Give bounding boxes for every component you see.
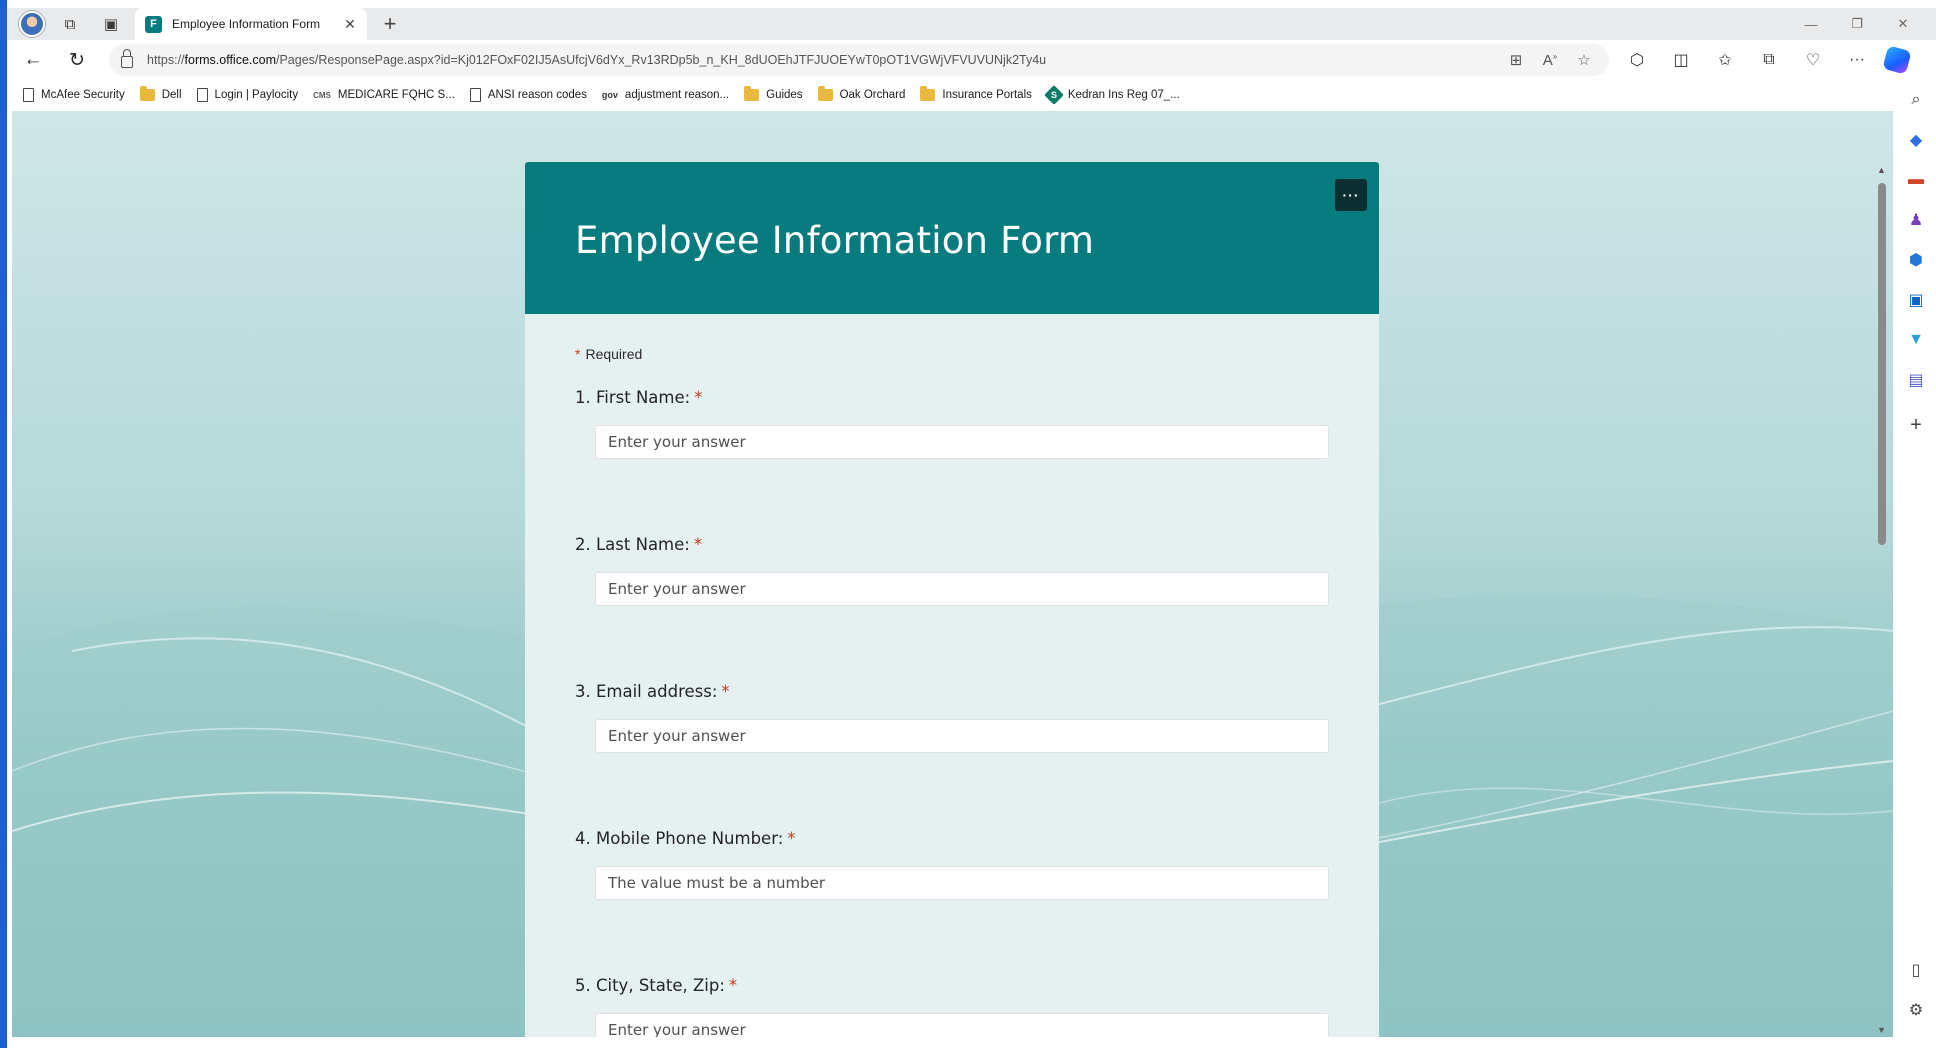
- read-aloud-icon[interactable]: A»: [1533, 52, 1567, 69]
- folder-icon: [817, 86, 833, 101]
- split-screen-icon[interactable]: ◫: [1659, 50, 1703, 70]
- scroll-up-icon[interactable]: ▲: [1877, 165, 1886, 175]
- minimize-icon[interactable]: —: [1788, 17, 1834, 32]
- question-first-name: 1. First Name: *: [575, 388, 1335, 459]
- last-name-input[interactable]: [595, 572, 1329, 606]
- address-bar[interactable]: https://forms.office.com/Pages/ResponseP…: [109, 44, 1609, 76]
- page-icon: [196, 88, 208, 102]
- favorites-icon[interactable]: ✩: [1703, 50, 1747, 70]
- required-note: * Required: [575, 346, 643, 362]
- page-icon: [23, 88, 34, 102]
- profile-avatar[interactable]: [19, 11, 45, 37]
- copilot-icon[interactable]: [1882, 45, 1912, 75]
- browser-toolbar: ← ↻ https://forms.office.com/Pages/Respo…: [7, 40, 1936, 80]
- tools-icon[interactable]: ▬: [1906, 170, 1926, 190]
- required-star: *: [787, 829, 796, 848]
- teams-icon[interactable]: ▤: [1906, 370, 1926, 390]
- favorite-star-icon[interactable]: ☆: [1567, 51, 1601, 69]
- page-scrollbar[interactable]: ▲ ▼: [1876, 165, 1888, 1035]
- window-controls: — ❐ ✕: [1788, 8, 1926, 40]
- required-star: *: [694, 388, 703, 407]
- restore-icon[interactable]: ❐: [1834, 16, 1880, 32]
- favorite-login-paylocity[interactable]: Login | Paylocity: [196, 88, 298, 102]
- browser-essentials-icon[interactable]: ♡: [1791, 50, 1835, 70]
- tab-actions-icon[interactable]: ▣: [95, 10, 127, 38]
- folder-icon: [920, 86, 936, 101]
- app-available-icon[interactable]: ⊞: [1499, 51, 1533, 69]
- question-label: 3. Email address: *: [575, 682, 730, 701]
- cms-icon: CMS: [313, 90, 331, 100]
- forms-icon: F: [145, 15, 162, 33]
- page-icon: [469, 88, 481, 102]
- microsoft-365-icon[interactable]: ⬢: [1906, 250, 1926, 270]
- question-email: 3. Email address: *: [575, 682, 1335, 753]
- sharepoint-icon: S: [1043, 85, 1064, 105]
- close-window-icon[interactable]: ✕: [1880, 16, 1926, 32]
- sidebar-layout-icon[interactable]: ▯: [1906, 960, 1926, 980]
- more-options-icon[interactable]: ···: [1835, 51, 1879, 69]
- folder-icon: [744, 86, 760, 101]
- workspaces-icon[interactable]: ⧉: [54, 10, 86, 38]
- tab-strip: ⧉ ▣ F Employee Information Form ✕ + — ❐ …: [7, 8, 1936, 40]
- page-viewport: Employee Information Form ··· * Required …: [12, 111, 1893, 1037]
- question-label: 1. First Name: *: [575, 388, 703, 407]
- required-star: *: [728, 976, 738, 995]
- required-star: *: [575, 346, 581, 362]
- collections-icon[interactable]: ⧉: [1747, 51, 1791, 69]
- lock-icon: [121, 49, 133, 68]
- question-last-name: 2. Last Name: *: [575, 535, 1335, 606]
- add-sidebar-app-icon[interactable]: +: [1906, 414, 1926, 436]
- required-star: *: [721, 682, 730, 701]
- required-star: *: [693, 535, 703, 554]
- tab-title: Employee Information Form: [172, 17, 321, 31]
- games-icon[interactable]: ♟: [1906, 210, 1926, 230]
- scrollbar-thumb[interactable]: [1878, 183, 1886, 545]
- favorites-bar: McAfee Security Dell Login | Paylocity C…: [7, 80, 1887, 110]
- back-icon[interactable]: ←: [15, 44, 51, 76]
- tab-employee-information-form[interactable]: F Employee Information Form ✕: [135, 8, 367, 40]
- city-state-zip-input[interactable]: [595, 1013, 1329, 1037]
- drop-icon[interactable]: ▼: [1906, 330, 1926, 350]
- search-icon[interactable]: ⌕: [1906, 90, 1926, 110]
- question-city-state-zip: 5. City, State, Zip: *: [575, 976, 1335, 1037]
- settings-gear-icon[interactable]: ⚙: [1906, 1000, 1926, 1020]
- question-label: 4. Mobile Phone Number: *: [575, 829, 796, 848]
- new-tab-icon[interactable]: +: [377, 13, 403, 35]
- extensions-icon[interactable]: ⬡: [1615, 50, 1659, 70]
- favorite-mcafee-security[interactable]: McAfee Security: [23, 88, 125, 102]
- email-input[interactable]: [595, 719, 1329, 753]
- favorite-ansi-reason-codes[interactable]: ANSI reason codes: [469, 88, 587, 102]
- favorite-oak-orchard[interactable]: Oak Orchard: [817, 86, 905, 101]
- form-title: Employee Information Form: [575, 219, 1095, 262]
- window-edge: [0, 0, 7, 1048]
- mobile-phone-input[interactable]: [595, 866, 1329, 900]
- folder-icon: [139, 86, 155, 101]
- first-name-input[interactable]: [595, 425, 1329, 459]
- favorite-adjustment-reason[interactable]: gov adjustment reason...: [602, 89, 729, 101]
- url-text: https://forms.office.com/Pages/ResponseP…: [147, 53, 1047, 67]
- refresh-icon[interactable]: ↻: [59, 44, 95, 76]
- close-tab-icon[interactable]: ✕: [341, 16, 359, 33]
- favorite-insurance-portals[interactable]: Insurance Portals: [920, 86, 1032, 101]
- question-mobile-phone: 4. Mobile Phone Number: *: [575, 829, 1335, 900]
- shopping-tag-icon[interactable]: ◆: [1906, 130, 1926, 150]
- outlook-icon[interactable]: ▣: [1906, 290, 1926, 310]
- scroll-down-icon[interactable]: ▼: [1877, 1025, 1886, 1035]
- form-header: Employee Information Form ···: [525, 162, 1379, 314]
- favorite-guides[interactable]: Guides: [744, 86, 803, 101]
- gov-icon: gov: [601, 90, 618, 100]
- toolbar-icons: ⬡ ◫ ✩ ⧉ ♡ ···: [1615, 45, 1912, 75]
- favorite-kedran-ins-reg[interactable]: S Kedran Ins Reg 07_...: [1043, 85, 1180, 105]
- question-label: 2. Last Name: *: [575, 535, 703, 554]
- favorite-medicare-fqhc[interactable]: CMS MEDICARE FQHC S...: [313, 89, 455, 101]
- question-label: 5. City, State, Zip: *: [575, 976, 738, 995]
- form-card: Employee Information Form ··· * Required …: [525, 162, 1379, 1037]
- edge-sidebar: ⌕ ◆ ▬ ♟ ⬢ ▣ ▼ ▤ + ▯ ⚙: [1896, 80, 1936, 1048]
- favorite-dell[interactable]: Dell: [139, 86, 182, 101]
- more-options-button[interactable]: ···: [1335, 179, 1367, 211]
